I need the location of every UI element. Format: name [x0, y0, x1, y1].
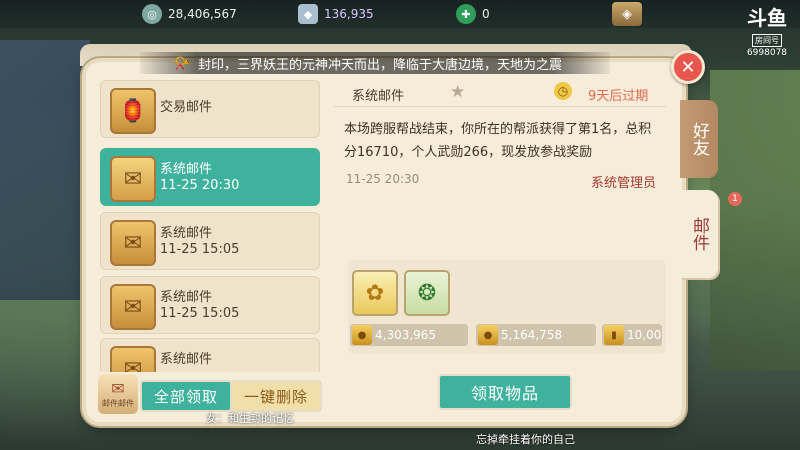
- treasure-box-icon[interactable]: ◈: [612, 2, 642, 26]
- mail-badge: 1: [728, 192, 742, 206]
- tab-mail-label: 邮件: [689, 217, 709, 251]
- tab-mail[interactable]: 邮件: [680, 190, 718, 278]
- detail-title: 系统邮件: [352, 89, 405, 104]
- expire-text: 9天后过期: [588, 89, 649, 104]
- currency-ingot-value: 136,935: [324, 7, 374, 21]
- watermark-tag: 房间号: [752, 34, 782, 47]
- mini-mail-icon: ✉: [111, 379, 125, 398]
- jade-ring-icon[interactable]: ❂: [404, 270, 450, 316]
- mail-item-time: 11-25 20:30: [160, 178, 240, 193]
- mail-item-title: 系统邮件: [160, 290, 213, 305]
- currency-jade[interactable]: ✚ 0: [456, 4, 490, 24]
- jade-coin-icon: ✚: [456, 4, 476, 24]
- reward-value: 10,00: [627, 328, 662, 342]
- mail-list[interactable]: 🏮 交易邮件 ✉ 系统邮件 11-25 20:30 ✉ 系统邮件 11-25 1…: [100, 80, 320, 372]
- mail-item-time: 11-25 15:05: [160, 242, 240, 257]
- scrolling-notice: 📯 封印，三界妖王的元神冲天而出，降临于大唐边境，天地为之震: [140, 52, 610, 74]
- detail-time: 11-25 20:30: [346, 172, 420, 186]
- mail-item-selected[interactable]: ✉ 系统邮件 11-25 20:30: [100, 148, 320, 206]
- tab-friends[interactable]: 好友: [680, 100, 718, 178]
- coin-pile-icon: ●: [352, 325, 372, 345]
- claim-all-button[interactable]: 全部领取: [140, 380, 232, 412]
- currency-silver[interactable]: ◎ 28,406,567: [142, 4, 237, 24]
- mail-item-title: 系统邮件: [160, 226, 213, 241]
- background-building-left: [0, 40, 90, 300]
- coin-pile-icon: ●: [478, 325, 498, 345]
- gold-bar-icon: ▮: [604, 325, 624, 345]
- mail-item-title: 系统邮件: [160, 352, 213, 367]
- reward-value: 4,303,965: [375, 328, 437, 342]
- detail-header: 系统邮件 ★ ◷ 9天后过期: [334, 80, 666, 107]
- envelope-icon: ✉: [110, 346, 156, 372]
- watermark-logo: 斗鱼: [747, 6, 787, 30]
- mail-item[interactable]: ✉ 系统邮件 11-25 15:05: [100, 212, 320, 270]
- tab-friends-label: 好友: [689, 122, 709, 156]
- background-tree-right: [710, 70, 800, 370]
- mail-item-time: 11-25 15:05: [160, 306, 240, 321]
- attachment-area: ✿ ❂ ● 4,303,965 ● 5,164,758 ▮ 10,00: [348, 260, 666, 354]
- currency-silver-value: 28,406,567: [168, 7, 237, 21]
- reward-3[interactable]: ▮ 10,00: [602, 324, 662, 346]
- trade-mail-icon: 🏮: [110, 88, 156, 134]
- mail-item[interactable]: ✉ 系统邮件: [100, 338, 320, 372]
- close-button[interactable]: ✕: [671, 50, 705, 84]
- notice-text: 封印，三界妖王的元神冲天而出，降临于大唐边境，天地为之震: [198, 57, 563, 73]
- reward-value: 5,164,758: [501, 328, 563, 342]
- receive-items-button[interactable]: 领取物品: [438, 374, 572, 410]
- mail-item[interactable]: ✉ 系统邮件 11-25 15:05: [100, 276, 320, 334]
- envelope-icon: ✉: [110, 284, 156, 330]
- horn-icon: 📯: [172, 54, 191, 72]
- reward-1[interactable]: ● 4,303,965: [350, 324, 468, 346]
- subtitle-line-2: 忘掉牵挂着你的自己: [476, 433, 575, 446]
- close-icon: ✕: [680, 56, 696, 78]
- star-icon[interactable]: ★: [450, 82, 465, 102]
- opened-mail-icon: ✉: [110, 156, 156, 202]
- subtitle-line-1: 女：和生封的记忆: [206, 412, 294, 425]
- mail-item-title: 系统邮件: [160, 162, 213, 177]
- delete-all-button[interactable]: 一键删除: [230, 380, 322, 412]
- currency-bar: [0, 0, 800, 28]
- currency-ingot[interactable]: ◆ 136,935: [298, 4, 374, 24]
- watermark-room: 6998078: [746, 48, 788, 58]
- mail-box-icon[interactable]: ✉ 邮件邮件: [98, 374, 138, 414]
- mail-item-trade[interactable]: 🏮 交易邮件: [100, 80, 320, 138]
- detail-body: 本场跨服帮战结束，你所在的帮派获得了第1名，总积分16710，个人武勋266，现…: [344, 122, 652, 160]
- mail-detail: 系统邮件 ★ ◷ 9天后过期 本场跨服帮战结束，你所在的帮派获得了第1名，总积分…: [334, 80, 666, 372]
- mail-item-title: 交易邮件: [160, 100, 213, 115]
- reward-2[interactable]: ● 5,164,758: [476, 324, 596, 346]
- currency-jade-value: 0: [482, 7, 490, 21]
- mini-icon-caption: 邮件邮件: [102, 399, 134, 408]
- silver-coin-icon: ◎: [142, 4, 162, 24]
- ingot-icon: ◆: [298, 4, 318, 24]
- envelope-icon: ✉: [110, 220, 156, 266]
- clock-icon: ◷: [554, 82, 572, 100]
- detail-sender: 系统管理员: [590, 176, 656, 191]
- golden-flower-icon[interactable]: ✿: [352, 270, 398, 316]
- stream-watermark: 斗鱼 房间号 6998078: [740, 8, 794, 58]
